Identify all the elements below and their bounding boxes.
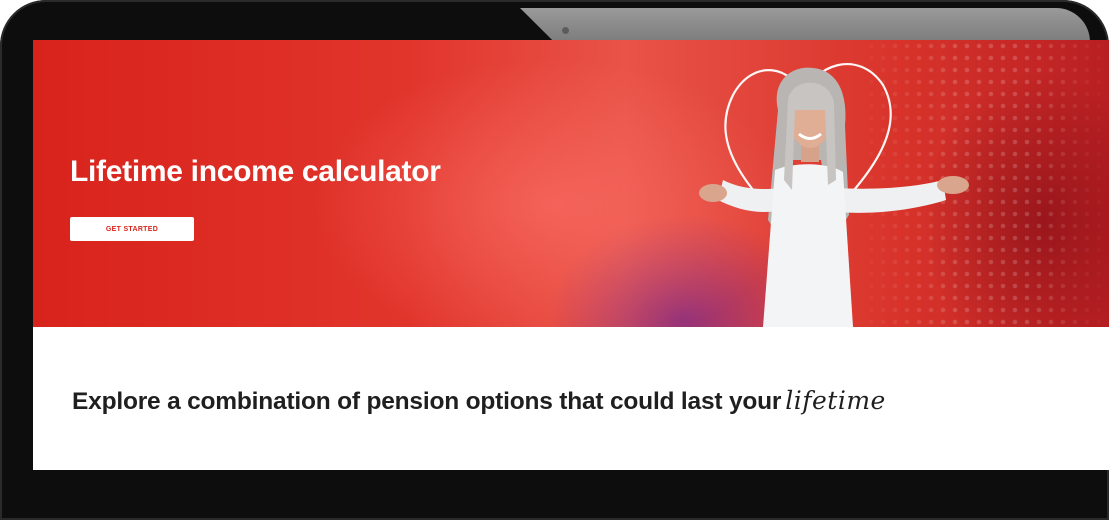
tagline-text: Explore a combination of pension options…	[72, 388, 782, 415]
screen: Lifetime income calculator GET STARTED E…	[33, 40, 1109, 470]
sweater-shape	[763, 164, 853, 327]
bezel-highlight	[520, 8, 1090, 42]
page-title: Lifetime income calculator	[70, 155, 441, 188]
get-started-button[interactable]: GET STARTED	[70, 217, 194, 241]
right-arm-shape	[835, 180, 946, 213]
tagline: Explore a combination of pension options…	[72, 386, 886, 416]
hero-banner: Lifetime income calculator GET STARTED	[33, 40, 1109, 327]
hero-image	[699, 63, 969, 327]
left-hand-shape	[699, 184, 727, 202]
laptop-frame: Lifetime income calculator GET STARTED E…	[0, 0, 1109, 520]
tagline-script-word: lifetime	[785, 386, 886, 415]
webcam-icon	[562, 27, 569, 34]
right-hand-shape	[937, 176, 969, 194]
